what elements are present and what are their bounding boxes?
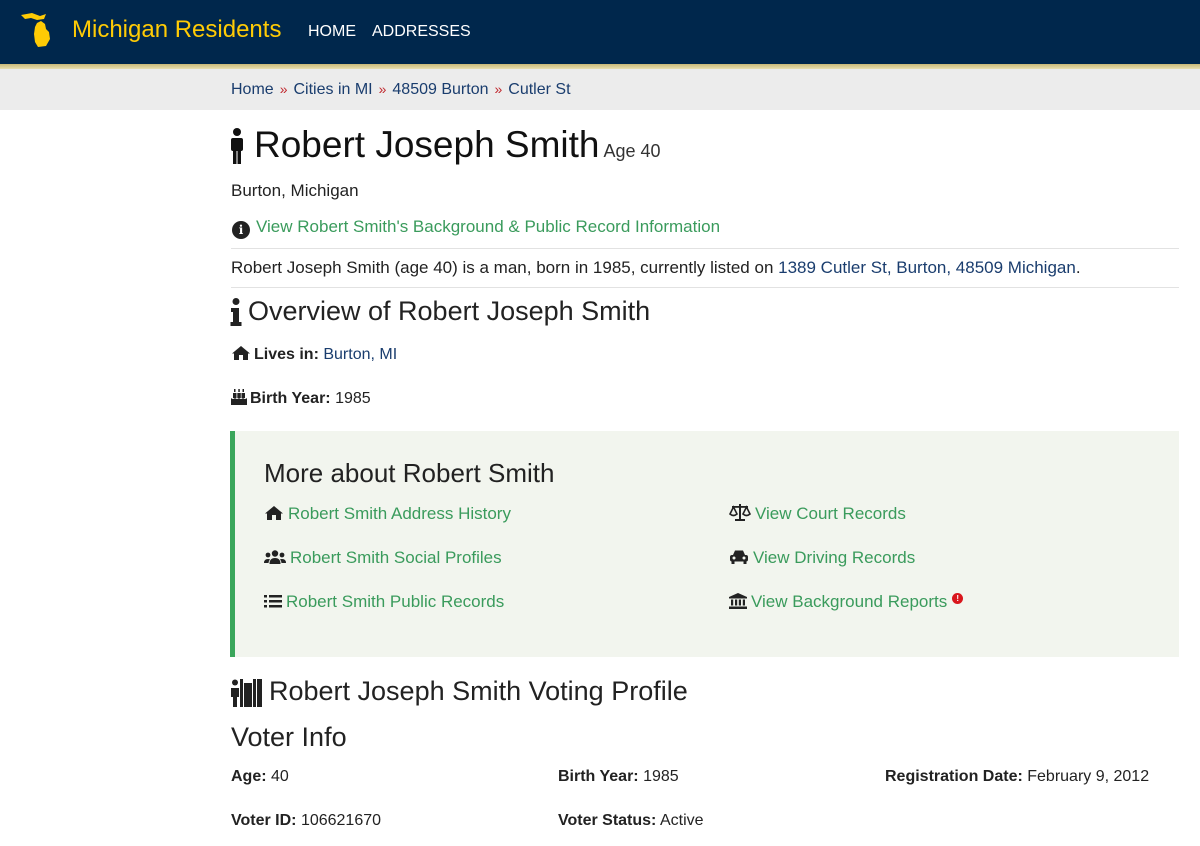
- page-title: Robert Joseph Smith Age 40: [254, 124, 661, 166]
- voting-profile-heading: Robert Joseph Smith Voting Profile: [269, 676, 688, 706]
- driving-records-label: View Driving Records: [753, 548, 916, 567]
- breadcrumb-cities[interactable]: Cities in MI: [293, 81, 372, 98]
- info-icon: [230, 298, 242, 326]
- voter-id-value: 106621670: [300, 812, 382, 829]
- registration-date-label: Registration Date:: [885, 768, 1023, 785]
- summary-address-link[interactable]: 1389 Cutler St, Burton, 48509 Michigan: [778, 258, 1076, 277]
- voting-booth-icon: [231, 679, 262, 707]
- public-records-link[interactable]: Robert Smith Public Records: [264, 592, 504, 612]
- balance-scale-icon: [729, 504, 751, 521]
- court-records-link[interactable]: View Court Records: [729, 504, 906, 524]
- voter-birth-year-value: 1985: [643, 768, 679, 785]
- top-navbar: Michigan Residents HOME ADDRESSES: [0, 0, 1200, 64]
- more-about-heading: More about Robert Smith: [264, 458, 555, 488]
- voter-info-heading: Voter Info: [231, 722, 347, 752]
- breadcrumb-bar: Home » Cities in MI » 48509 Burton » Cutler St: [0, 69, 1200, 110]
- voter-age-field: Age: 40: [231, 768, 289, 786]
- breadcrumb-separator: »: [494, 81, 503, 97]
- person-name: Robert Joseph Smith: [254, 124, 600, 165]
- social-profiles-link[interactable]: Robert Smith Social Profiles: [264, 548, 502, 568]
- background-info-link[interactable]: View Robert Smith's Background & Public …: [256, 217, 720, 236]
- lives-in-link[interactable]: Burton, MI: [323, 346, 397, 363]
- overview-heading: Overview of Robert Joseph Smith: [248, 296, 651, 326]
- nav-home-link[interactable]: HOME: [308, 23, 356, 41]
- breadcrumb-separator: »: [378, 81, 387, 97]
- background-reports-label: View Background Reports: [751, 592, 948, 611]
- summary-end: .: [1075, 258, 1081, 277]
- voter-status-field: Voter Status: Active: [558, 812, 704, 830]
- info-circle-icon: i: [232, 221, 250, 239]
- registration-date-value: February 9, 2012: [1027, 768, 1150, 785]
- users-icon: [264, 550, 286, 564]
- social-profiles-label: Robert Smith Social Profiles: [290, 548, 502, 567]
- driving-records-link[interactable]: View Driving Records: [729, 548, 915, 568]
- alert-badge: !: [952, 593, 964, 604]
- michigan-map-icon[interactable]: [18, 12, 56, 48]
- breadcrumb-zip[interactable]: 48509 Burton: [392, 81, 488, 98]
- breadcrumb-separator: »: [279, 81, 288, 97]
- lives-in-row: Lives in: Burton, MI: [231, 345, 397, 364]
- summary-text: Robert Joseph Smith (age 40) is a man, b…: [231, 258, 774, 277]
- breadcrumb: Home » Cities in MI » 48509 Burton » Cutler St: [231, 81, 571, 99]
- voter-age-label: Age:: [231, 768, 267, 785]
- person-age: Age 40: [603, 141, 661, 161]
- divider: [231, 287, 1179, 288]
- voter-id-label: Voter ID:: [231, 812, 297, 829]
- court-records-label: View Court Records: [755, 504, 906, 523]
- voter-status-value: Active: [659, 812, 704, 829]
- voter-age-value: 40: [271, 768, 289, 785]
- birth-year-row: Birth Year: 1985: [231, 389, 371, 408]
- registration-date-field: Registration Date: February 9, 2012: [885, 768, 1149, 786]
- voter-id-field: Voter ID: 106621670: [231, 812, 381, 830]
- brand-link[interactable]: Michigan Residents: [72, 16, 281, 44]
- voter-birth-year-field: Birth Year: 1985: [558, 768, 679, 786]
- person-summary: Robert Joseph Smith (age 40) is a man, b…: [231, 258, 1081, 278]
- bank-icon: [729, 593, 747, 609]
- birthday-cake-icon: [231, 389, 247, 405]
- voter-birth-year-label: Birth Year:: [558, 768, 639, 785]
- address-history-label: Robert Smith Address History: [288, 504, 511, 523]
- home-icon: [265, 506, 283, 520]
- nav-addresses-link[interactable]: ADDRESSES: [372, 23, 471, 41]
- lives-in-label: Lives in:: [254, 346, 319, 363]
- person-icon: [231, 128, 243, 164]
- breadcrumb-home[interactable]: Home: [231, 81, 274, 98]
- voter-status-label: Voter Status:: [558, 812, 657, 829]
- list-icon: [264, 595, 282, 608]
- birth-year-value: 1985: [335, 390, 371, 407]
- breadcrumb-street[interactable]: Cutler St: [508, 81, 570, 98]
- car-icon: [730, 550, 748, 564]
- background-link-row: i View Robert Smith's Background & Public…: [232, 217, 720, 239]
- home-icon: [232, 346, 250, 360]
- public-records-label: Robert Smith Public Records: [286, 592, 505, 611]
- person-location: Burton, Michigan: [231, 181, 359, 200]
- divider: [231, 248, 1179, 249]
- address-history-link[interactable]: Robert Smith Address History: [264, 504, 511, 524]
- background-reports-link[interactable]: View Background Reports!: [729, 592, 964, 612]
- birth-year-label: Birth Year:: [250, 390, 331, 407]
- more-about-panel: More about Robert Smith Robert Smith Add…: [230, 431, 1179, 657]
